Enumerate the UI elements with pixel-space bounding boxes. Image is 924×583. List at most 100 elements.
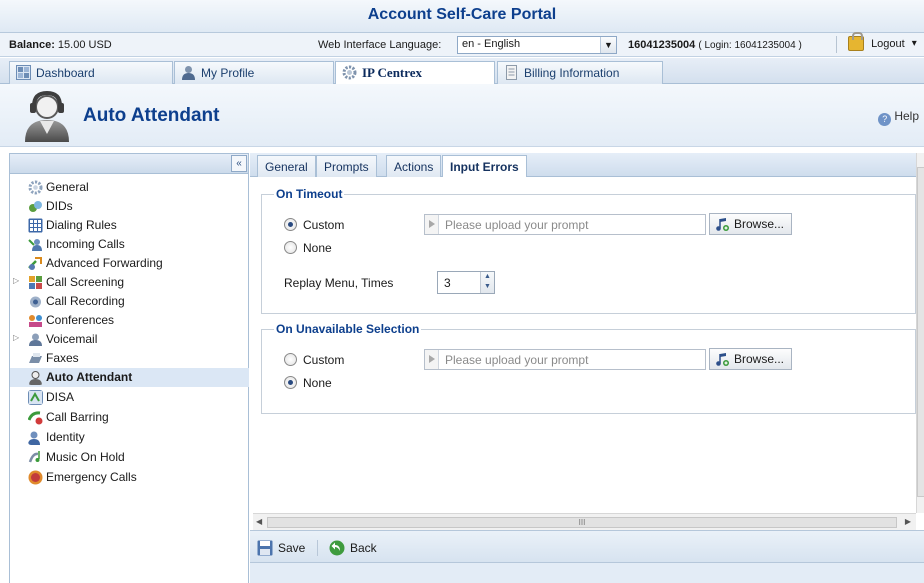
- scrollbar-grip: III: [578, 518, 586, 527]
- prompt-placeholder: Please upload your prompt: [445, 218, 589, 232]
- forwarding-icon: [28, 257, 42, 270]
- timeout-none-label: None: [303, 241, 332, 255]
- document-icon: [506, 65, 517, 80]
- sidebar-item-dialing-rules[interactable]: Dialing Rules: [10, 216, 249, 235]
- scroll-left-icon[interactable]: ◀: [256, 517, 262, 526]
- play-icon[interactable]: [425, 350, 439, 369]
- sidebar-item-label: Conferences: [46, 313, 115, 327]
- stepper-buttons[interactable]: ▲ ▼: [480, 272, 494, 293]
- sidebar-item-call-recording[interactable]: Call Recording: [10, 292, 249, 311]
- language-select[interactable]: en - English ▼: [457, 36, 617, 54]
- expand-icon[interactable]: ▷: [13, 276, 19, 285]
- gear-icon: [342, 65, 357, 80]
- sidebar-item-label: Music On Hold: [46, 450, 125, 464]
- chevron-down-icon[interactable]: ▼: [600, 37, 616, 53]
- sidebar-item-call-screening[interactable]: ▷ Call Screening: [10, 273, 249, 292]
- sidebar-item-label: Identity: [46, 430, 85, 444]
- on-unavailable-section: On Unavailable Selection Custom None Ple…: [261, 322, 916, 414]
- identity-icon: [28, 431, 40, 445]
- sidebar-item-disa[interactable]: DISA: [10, 388, 249, 407]
- gear-icon: [28, 180, 43, 195]
- voicemail-icon: [29, 333, 42, 346]
- unavailable-prompt-upload-field[interactable]: Please upload your prompt: [424, 349, 706, 370]
- tab-general[interactable]: General: [257, 155, 316, 177]
- main-tabs: Dashboard My Profile IP Centrex Billing …: [0, 58, 924, 85]
- sidebar-item-auto-attendant[interactable]: Auto Attendant: [10, 368, 249, 387]
- logout-label: Logout: [871, 37, 905, 50]
- chevron-down-icon[interactable]: ▼: [481, 282, 494, 292]
- tab-label: My Profile: [201, 66, 255, 80]
- scroll-right-icon[interactable]: ▶: [905, 517, 911, 526]
- timeout-custom-label: Custom: [303, 218, 345, 232]
- timeout-none-radio[interactable]: [284, 241, 297, 254]
- action-toolbar: Save Back: [250, 530, 924, 563]
- unavailable-none-radio[interactable]: [284, 376, 297, 389]
- unavailable-custom-radio[interactable]: [284, 353, 297, 366]
- back-button[interactable]: Back: [329, 540, 377, 556]
- input-errors-panel: On Timeout Custom None Please upload you…: [250, 177, 916, 513]
- tab-input-errors[interactable]: Input Errors: [442, 155, 527, 178]
- sidebar-item-label: Call Recording: [46, 294, 125, 308]
- browse-label: Browse...: [734, 352, 785, 366]
- timeout-prompt-upload-field[interactable]: Please upload your prompt: [424, 214, 706, 235]
- sidebar-item-faxes[interactable]: Faxes: [10, 349, 249, 368]
- logout-button[interactable]: Logout ▾: [844, 32, 917, 54]
- tab-billing-information[interactable]: Billing Information: [497, 61, 663, 84]
- chevron-up-icon[interactable]: ▲: [481, 272, 494, 282]
- music-note-icon: [716, 353, 729, 366]
- replay-menu-label: Replay Menu, Times: [284, 276, 394, 290]
- sidebar-header: «: [9, 153, 249, 174]
- timeout-custom-radio[interactable]: [284, 218, 297, 231]
- user-icon: [182, 66, 195, 80]
- balance-value: 15.00 USD: [57, 39, 112, 51]
- divider: [836, 36, 837, 53]
- sidebar-item-dids[interactable]: DIDs: [10, 197, 249, 216]
- sidebar-item-advanced-forwarding[interactable]: Advanced Forwarding: [10, 254, 249, 273]
- tab-prompts[interactable]: Prompts: [316, 155, 377, 177]
- sidebar-item-emergency-calls[interactable]: Emergency Calls: [10, 468, 249, 487]
- balance-label: Balance:: [9, 39, 55, 51]
- language-value: en - English: [462, 38, 521, 50]
- emergency-icon: [28, 470, 43, 485]
- help-link[interactable]: ? Help: [878, 109, 919, 126]
- scrollbar-thumb[interactable]: III: [267, 517, 897, 528]
- sidebar-item-music-on-hold[interactable]: Music On Hold: [10, 448, 249, 467]
- save-button[interactable]: Save: [257, 540, 305, 556]
- dids-icon: [29, 201, 42, 212]
- tab-my-profile[interactable]: My Profile: [174, 61, 334, 84]
- play-icon[interactable]: [425, 215, 439, 234]
- timeout-browse-button[interactable]: Browse...: [709, 213, 792, 235]
- collapse-sidebar-button[interactable]: «: [231, 155, 247, 172]
- tab-ip-centrex[interactable]: IP Centrex: [335, 61, 495, 85]
- sidebar-item-label: Incoming Calls: [46, 237, 125, 251]
- expand-icon[interactable]: ▷: [13, 333, 19, 342]
- conferences-icon: [29, 315, 42, 327]
- scrollbar-thumb[interactable]: [917, 167, 924, 497]
- prompt-placeholder: Please upload your prompt: [445, 353, 589, 367]
- back-icon: [329, 540, 345, 556]
- sidebar-item-conferences[interactable]: Conferences: [10, 311, 249, 330]
- sidebar-item-label: Call Screening: [46, 275, 125, 289]
- logout-dropdown-icon[interactable]: ▾: [912, 38, 917, 49]
- sidebar-item-general[interactable]: General: [10, 178, 249, 197]
- sidebar-item-label: DIDs: [46, 199, 73, 213]
- language-label: Web Interface Language:: [318, 39, 442, 51]
- account-info-bar: Balance: 15.00 USD Web Interface Languag…: [0, 32, 924, 57]
- call-screening-icon: [29, 276, 42, 289]
- horizontal-scrollbar[interactable]: ◀ III ▶: [253, 513, 916, 530]
- sidebar-item-incoming-calls[interactable]: Incoming Calls: [10, 235, 249, 254]
- tab-actions[interactable]: Actions: [386, 155, 442, 177]
- sidebar-item-call-barring[interactable]: Call Barring: [10, 408, 249, 427]
- sidebar-item-voicemail[interactable]: ▷ Voicemail: [10, 330, 249, 349]
- sidebar-item-identity[interactable]: Identity: [10, 428, 249, 447]
- tab-dashboard[interactable]: Dashboard: [9, 61, 173, 84]
- on-unavailable-legend: On Unavailable Selection: [274, 322, 422, 336]
- vertical-scrollbar[interactable]: [916, 153, 924, 513]
- auto-attendant-icon: [29, 371, 42, 385]
- unavailable-browse-button[interactable]: Browse...: [709, 348, 792, 370]
- unavailable-none-label: None: [303, 376, 332, 390]
- sidebar-item-label: General: [46, 180, 89, 194]
- replay-times-stepper[interactable]: 3 ▲ ▼: [437, 271, 495, 294]
- sidebar-item-label: Voicemail: [46, 332, 98, 346]
- portal-title: Account Self-Care Portal: [367, 6, 557, 23]
